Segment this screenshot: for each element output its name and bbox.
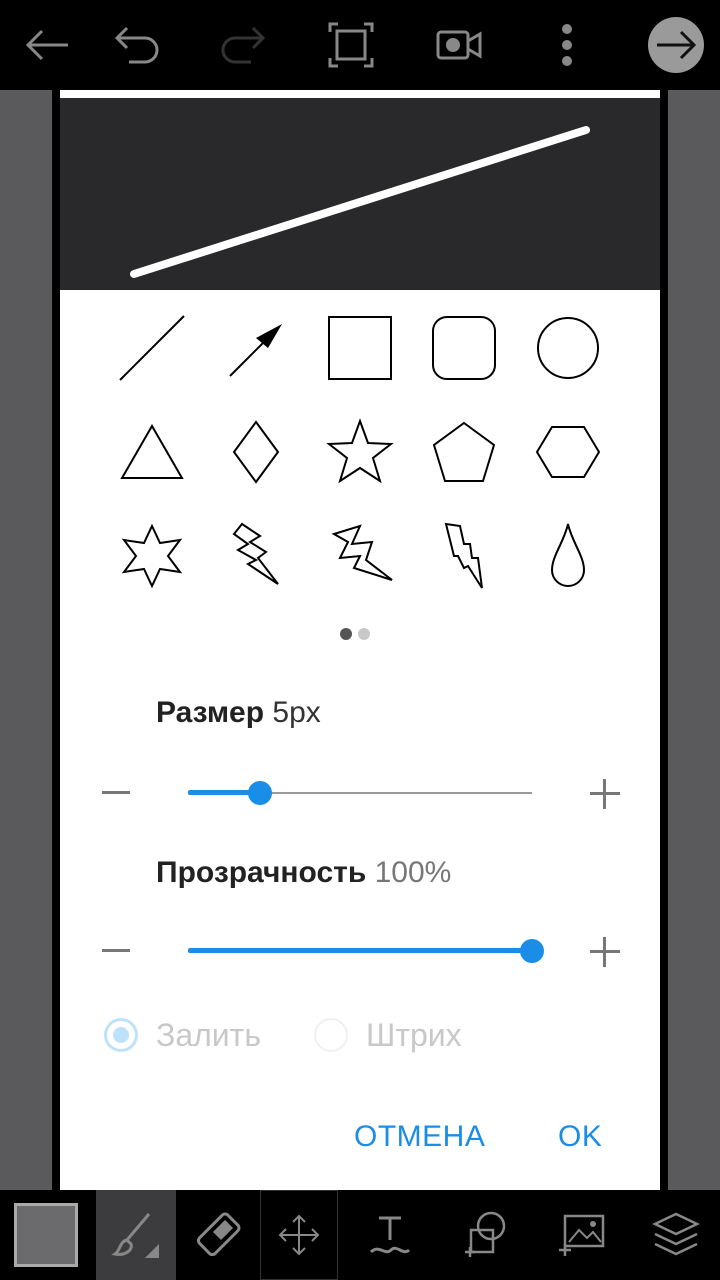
layers-icon: [652, 1212, 700, 1256]
arrow-right-circle-icon: [648, 17, 704, 73]
triangle-shape-icon[interactable]: [112, 412, 192, 492]
fill-radio-label: Залить: [156, 1016, 261, 1053]
canvas-left-area: [0, 90, 52, 1190]
stroke-preview: [60, 98, 660, 290]
next-button[interactable]: [646, 0, 706, 90]
page-indicator: [340, 628, 370, 640]
star-shape-icon[interactable]: [320, 412, 400, 492]
size-slider: [60, 773, 660, 813]
text-icon: [369, 1216, 411, 1254]
size-label: Размер 5px: [156, 696, 321, 730]
color-swatch-button[interactable]: [8, 1190, 84, 1280]
fill-radio[interactable]: [104, 1018, 138, 1052]
lightning-bolt-shape-icon[interactable]: [424, 516, 504, 596]
line-shape-icon[interactable]: [112, 308, 192, 388]
shape-dialog: Размер 5px Прозрачность 100% Залить Штри…: [60, 90, 660, 1190]
video-camera-icon: [436, 30, 482, 60]
opacity-slider-fill: [188, 948, 532, 953]
shape-add-icon: [465, 1211, 506, 1257]
size-slider-thumb[interactable]: [248, 781, 273, 805]
opacity-label: Прозрачность 100%: [156, 856, 451, 890]
size-increase-button[interactable]: [590, 779, 620, 809]
lightning-horizontal-shape-icon[interactable]: [320, 516, 400, 596]
fill-radio-option[interactable]: Залить: [104, 1010, 261, 1060]
back-button[interactable]: [20, 0, 74, 90]
color-swatch: [14, 1203, 78, 1267]
stroke-radio-option[interactable]: Штрих: [314, 1010, 462, 1060]
square-shape-icon[interactable]: [320, 308, 400, 388]
stroke-radio[interactable]: [314, 1018, 348, 1052]
brush-icon: [111, 1213, 159, 1258]
canvas-edge-left: [52, 90, 60, 1190]
record-button[interactable]: [434, 0, 484, 90]
image-add-button[interactable]: [552, 1190, 612, 1280]
brush-tool-button[interactable]: [96, 1190, 176, 1280]
layers-button[interactable]: [646, 1190, 706, 1280]
opacity-increase-button[interactable]: [590, 937, 620, 967]
crop-frame-icon: [328, 22, 374, 68]
eraser-tool-button[interactable]: [178, 1190, 258, 1280]
size-title: Размер: [156, 696, 265, 729]
text-tool-button[interactable]: [360, 1190, 420, 1280]
canvas-edge-right: [660, 90, 668, 1190]
redo-button[interactable]: [216, 0, 272, 90]
undo-button[interactable]: [108, 0, 164, 90]
cancel-button[interactable]: ОТМЕНА: [354, 1120, 485, 1154]
redo-icon: [221, 26, 266, 64]
stroke-radio-label: Штрих: [366, 1016, 462, 1053]
canvas-right-area: [668, 90, 720, 1190]
rounded-square-shape-icon[interactable]: [424, 308, 504, 388]
diamond-shape-icon[interactable]: [216, 412, 296, 492]
shape-add-button[interactable]: [456, 1190, 516, 1280]
six-point-star-shape-icon[interactable]: [112, 516, 192, 596]
size-decrease-button[interactable]: [102, 791, 130, 794]
hexagon-shape-icon[interactable]: [528, 412, 608, 492]
opacity-decrease-button[interactable]: [102, 949, 130, 952]
page-dot-active[interactable]: [340, 628, 352, 640]
crop-button[interactable]: [326, 0, 376, 90]
ok-button[interactable]: OK: [558, 1120, 602, 1154]
more-vertical-icon: [562, 24, 572, 66]
move-icon: [278, 1214, 320, 1256]
opacity-title: Прозрачность: [156, 856, 367, 889]
arrow-shape-icon[interactable]: [216, 308, 296, 388]
pentagon-shape-icon[interactable]: [424, 412, 504, 492]
shape-grid: [60, 290, 660, 600]
opacity-value: 100%: [374, 856, 452, 889]
bottom-toolbar: [0, 1190, 720, 1280]
more-button[interactable]: [550, 0, 584, 90]
size-value: 5px: [272, 696, 321, 729]
undo-icon: [114, 26, 159, 64]
lightning-shape-icon[interactable]: [216, 516, 296, 596]
top-toolbar: [0, 0, 720, 90]
drop-shape-icon[interactable]: [528, 516, 608, 596]
page-dot[interactable]: [358, 628, 370, 640]
image-add-icon: [559, 1214, 605, 1256]
opacity-slider-thumb[interactable]: [520, 939, 544, 963]
eraser-icon: [196, 1212, 241, 1257]
move-tool-button[interactable]: [260, 1190, 338, 1280]
opacity-slider: [60, 931, 660, 971]
circle-shape-icon[interactable]: [528, 308, 608, 388]
arrow-left-icon: [25, 29, 68, 61]
